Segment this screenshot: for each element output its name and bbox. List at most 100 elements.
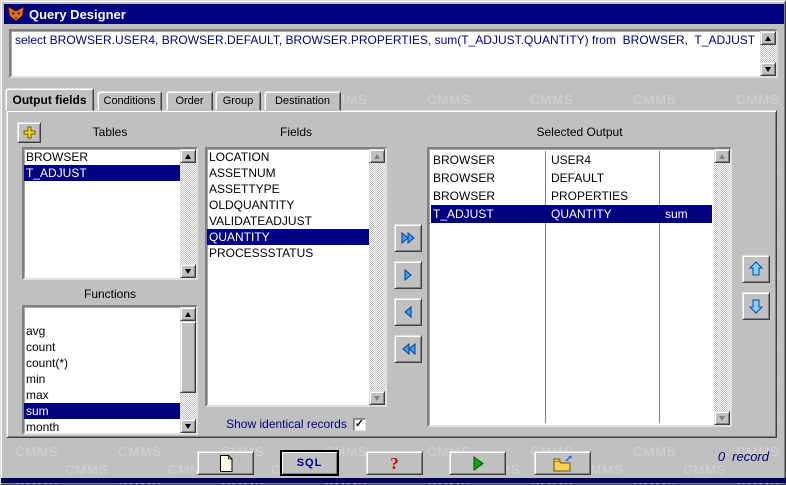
list-item[interactable]: ASSETTYPE [207, 181, 369, 197]
show-identical-label: Show identical records [226, 417, 347, 431]
list-item[interactable]: avg [24, 323, 180, 339]
list-item[interactable]: month [24, 419, 180, 433]
fields-scrollbar[interactable] [369, 149, 385, 405]
title-bar: Query Designer [4, 4, 784, 24]
scroll-up-icon[interactable] [714, 149, 730, 163]
functions-scrollbar[interactable] [180, 307, 196, 433]
list-item[interactable]: BROWSER [24, 149, 180, 165]
tab-destination[interactable]: Destination [264, 91, 341, 111]
validate-query-button[interactable]: ? [366, 451, 423, 475]
output-cell [665, 151, 713, 169]
sql-scrollbar-track[interactable] [760, 45, 776, 62]
window-title: Query Designer [29, 6, 126, 22]
output-row[interactable]: BROWSER USER4 [431, 151, 712, 169]
new-document-icon [219, 454, 233, 472]
run-query-button[interactable] [449, 451, 506, 475]
tables-list[interactable]: BROWSER T_ADJUST [22, 147, 198, 280]
list-item[interactable]: sum [24, 403, 180, 419]
list-item[interactable]: OLDQUANTITY [207, 197, 369, 213]
output-cell: QUANTITY [551, 207, 612, 221]
functions-scrollbar-track[interactable] [180, 321, 196, 419]
double-left-arrow-icon [401, 343, 415, 355]
tab-output-fields[interactable]: Output fields [5, 88, 94, 111]
new-query-button[interactable] [197, 451, 254, 475]
watermark-text: CMMS [530, 92, 574, 107]
output-row[interactable]: BROWSER DEFAULT [431, 169, 712, 187]
list-item[interactable]: count(*) [24, 355, 180, 371]
output-cell: PROPERTIES [551, 189, 629, 203]
open-folder-icon [553, 455, 572, 471]
play-icon [473, 455, 484, 471]
output-cell: BROWSER [433, 171, 496, 185]
scrollbar-thumb[interactable] [180, 321, 196, 393]
move-up-button[interactable] [742, 255, 770, 283]
output-cell [665, 187, 713, 205]
tab-group[interactable]: Group [215, 91, 261, 111]
export-results-button[interactable] [534, 451, 591, 475]
output-fields-panel: Tables BROWSER T_ADJUST Functions avg coun… [6, 110, 777, 438]
watermark-text: CMMS [736, 92, 780, 107]
output-scrollbar-track[interactable] [714, 163, 730, 411]
list-item[interactable]: count [24, 339, 180, 355]
double-right-arrow-icon [401, 232, 415, 244]
scroll-up-icon[interactable] [369, 149, 385, 163]
output-cell: USER4 [551, 153, 592, 167]
query-designer-window: CMMS CMMS CMMS CMMS CMMS CMMS CMMS CMMS CMMS CMMS… [0, 0, 786, 485]
remove-all-fields-button[interactable] [394, 335, 422, 363]
list-item[interactable]: ASSETNUM [207, 165, 369, 181]
list-item[interactable]: min [24, 371, 180, 387]
functions-label: Functions [83, 287, 137, 301]
tab-conditions[interactable]: Conditions [97, 91, 162, 111]
scroll-down-icon[interactable] [760, 62, 776, 76]
tables-scrollbar-track[interactable] [180, 163, 196, 264]
show-identical-checkbox[interactable]: ✓ [352, 417, 366, 431]
sql-query-text[interactable]: select BROWSER.USER4, BROWSER.DEFAULT, B… [13, 32, 758, 74]
move-down-button[interactable] [742, 292, 770, 320]
scroll-up-icon[interactable] [760, 31, 776, 45]
scroll-down-icon[interactable] [714, 411, 730, 425]
watermark-text: CMMS [118, 444, 162, 459]
list-item[interactable] [24, 307, 180, 323]
fields-scrollbar-track[interactable] [369, 163, 385, 391]
left-arrow-icon [404, 306, 412, 318]
scroll-up-icon[interactable] [180, 307, 196, 321]
scroll-down-icon[interactable] [180, 264, 196, 278]
add-field-button[interactable] [394, 261, 422, 289]
sql-scrollbar[interactable] [760, 31, 776, 76]
output-cell: T_ADJUST [433, 207, 494, 221]
tables-scrollbar[interactable] [180, 149, 196, 278]
sql-preview-box[interactable]: select BROWSER.USER4, BROWSER.DEFAULT, B… [9, 29, 778, 78]
scroll-up-icon[interactable] [180, 149, 196, 163]
tab-order[interactable]: Order [166, 91, 213, 111]
sql-button-label: SQL [296, 457, 323, 469]
watermark-text: CMMS [633, 92, 677, 107]
add-all-fields-button[interactable] [394, 224, 422, 252]
list-item[interactable]: QUANTITY [207, 229, 369, 245]
show-identical-records: Show identical records ✓ [205, 416, 387, 432]
watermark-text: CMMS [633, 444, 677, 459]
selected-output-grid[interactable]: BROWSER USER4 BROWSER DEFAULT BROWSER PROPERT… [427, 147, 732, 427]
output-row[interactable]: BROWSER PROPERTIES [431, 187, 712, 205]
scroll-down-icon[interactable] [180, 419, 196, 433]
sql-button[interactable]: SQL [281, 451, 338, 475]
record-count-status: 0 record [718, 449, 769, 464]
scroll-down-icon[interactable] [369, 391, 385, 405]
list-item[interactable]: T_ADJUST [24, 165, 180, 181]
record-count-value: 0 [717, 449, 726, 464]
output-cell: sum [665, 207, 688, 221]
output-cell: DEFAULT [551, 171, 605, 185]
output-scrollbar[interactable] [714, 149, 730, 425]
list-item[interactable]: VALIDATEADJUST [207, 213, 369, 229]
functions-list[interactable]: avg count count(*) min max sum month [22, 305, 198, 435]
selected-output-label: Selected Output [536, 125, 623, 139]
remove-field-button[interactable] [394, 298, 422, 326]
output-cell [665, 169, 713, 187]
bottom-divider [1, 478, 786, 483]
fields-list[interactable]: LOCATION ASSETNUM ASSETTYPE OLDQUANTITY VALI… [205, 147, 387, 407]
watermark-text: CMMS [427, 92, 471, 107]
output-row[interactable]: T_ADJUST QUANTITY sum [431, 205, 712, 223]
list-item[interactable]: PROCESSSTATUS [207, 245, 369, 261]
tables-label: Tables [92, 125, 128, 139]
list-item[interactable]: LOCATION [207, 149, 369, 165]
list-item[interactable]: max [24, 387, 180, 403]
